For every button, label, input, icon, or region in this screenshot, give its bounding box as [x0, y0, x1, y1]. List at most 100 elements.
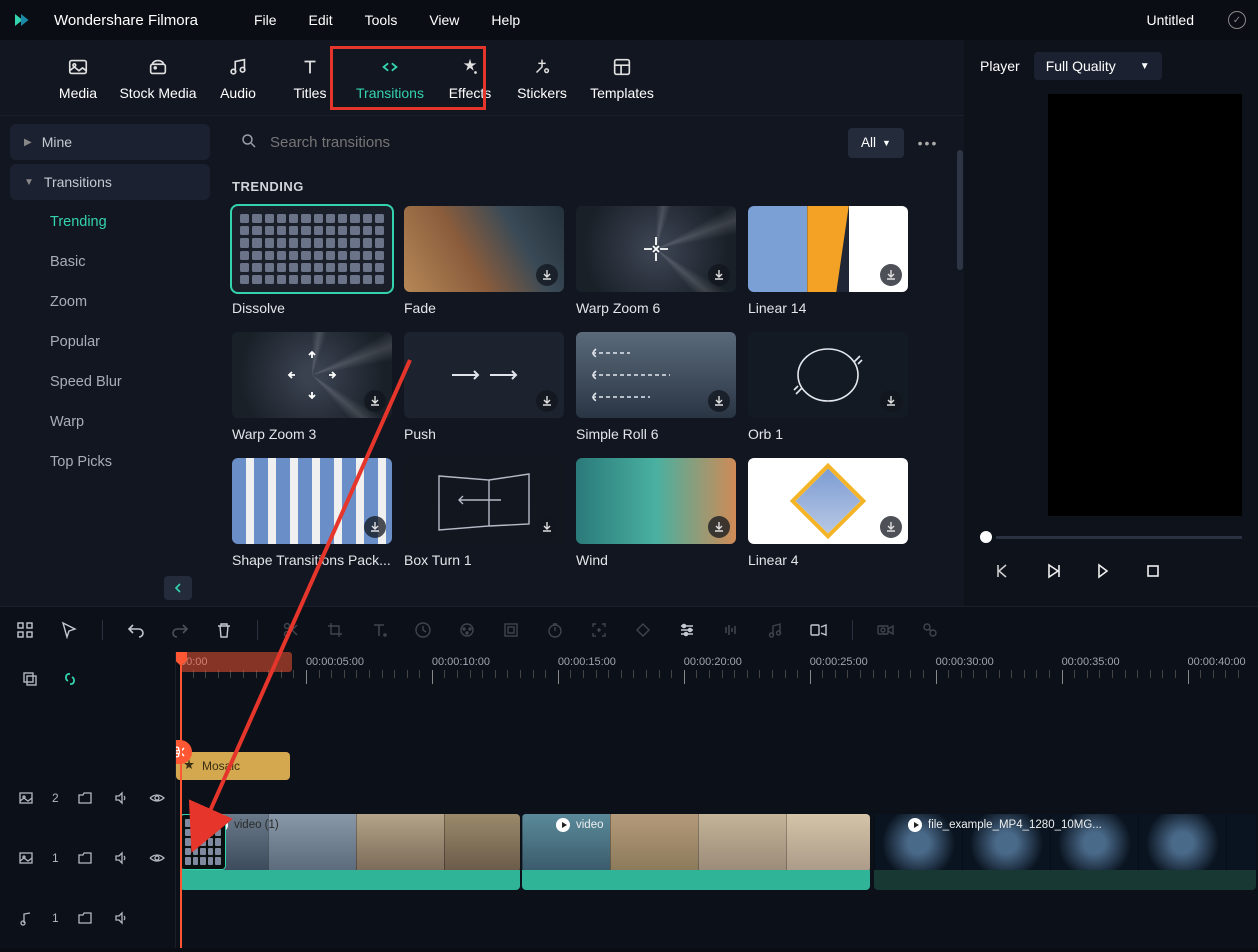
markers-button[interactable]	[808, 619, 830, 641]
video-clip-3[interactable]: file_example_MP4_1280_10MG...	[874, 814, 1256, 872]
menu-edit[interactable]: Edit	[309, 12, 333, 28]
transition-card-linear-14[interactable]: Linear 14	[748, 206, 910, 316]
tab-titles[interactable]: Titles	[274, 46, 346, 110]
sidebar-item-speed-blur[interactable]: Speed Blur	[10, 364, 210, 400]
download-icon[interactable]	[708, 264, 730, 286]
transition-card-shape-pack[interactable]: Shape Transitions Pack...	[232, 458, 394, 568]
menu-tools[interactable]: Tools	[365, 12, 398, 28]
download-icon[interactable]	[364, 516, 386, 538]
folder-icon[interactable]	[75, 848, 95, 868]
split-button[interactable]	[280, 619, 302, 641]
play-button[interactable]	[1042, 560, 1064, 582]
focus-button[interactable]	[588, 619, 610, 641]
transition-card-dissolve[interactable]: Dissolve	[232, 206, 394, 316]
transition-card-linear-4[interactable]: Linear 4	[748, 458, 910, 568]
transition-card-box-turn-1[interactable]: Box Turn 1	[404, 458, 566, 568]
tab-stickers[interactable]: Stickers	[506, 46, 578, 110]
download-icon[interactable]	[708, 516, 730, 538]
video-clip-1[interactable]: video (1)	[180, 814, 520, 872]
sidebar-collapse-button[interactable]	[164, 576, 192, 600]
tab-effects[interactable]: Effects	[434, 46, 506, 110]
transition-card-fade[interactable]: Fade	[404, 206, 566, 316]
download-icon[interactable]	[536, 516, 558, 538]
duplicate-track-icon[interactable]	[20, 669, 40, 689]
download-icon[interactable]	[364, 390, 386, 412]
audio-eq-button[interactable]	[720, 619, 742, 641]
download-icon[interactable]	[880, 390, 902, 412]
sidebar-head-transitions[interactable]: ▼ Transitions	[10, 164, 210, 200]
audio-track[interactable]	[176, 890, 1258, 948]
eye-icon[interactable]	[147, 848, 167, 868]
next-frame-button[interactable]	[1092, 560, 1114, 582]
crop-button[interactable]	[324, 619, 346, 641]
transition-card-warp-zoom-6[interactable]: Warp Zoom 6	[576, 206, 738, 316]
menu-help[interactable]: Help	[491, 12, 520, 28]
keyframe-button[interactable]	[632, 619, 654, 641]
eye-icon[interactable]	[147, 788, 167, 808]
timer-button[interactable]	[544, 619, 566, 641]
speed-button[interactable]	[412, 619, 434, 641]
transition-card-orb-1[interactable]: Orb 1	[748, 332, 910, 442]
timeline-ruler[interactable]: 00:00 00:00:05:00 00:00:10:00 00:00:15:0…	[176, 652, 1258, 684]
record-button[interactable]	[875, 619, 897, 641]
sidebar-item-popular[interactable]: Popular	[10, 324, 210, 360]
mask-button[interactable]	[500, 619, 522, 641]
tab-transitions[interactable]: Transitions	[346, 46, 434, 110]
text-button[interactable]	[368, 619, 390, 641]
link-track-icon[interactable]	[60, 669, 80, 689]
cursor-icon[interactable]	[58, 619, 80, 641]
delete-button[interactable]	[213, 619, 235, 641]
speaker-icon[interactable]	[111, 908, 131, 928]
track-head-video[interactable]: 1	[0, 828, 175, 888]
more-options-button[interactable]: •••	[916, 135, 940, 151]
folder-icon[interactable]	[75, 788, 95, 808]
transition-card-warp-zoom-3[interactable]: Warp Zoom 3	[232, 332, 394, 442]
quality-dropdown[interactable]: Full Quality ▼	[1034, 52, 1162, 80]
download-icon[interactable]	[536, 264, 558, 286]
redo-button[interactable]	[169, 619, 191, 641]
stop-button[interactable]	[1142, 560, 1164, 582]
sidebar-item-basic[interactable]: Basic	[10, 244, 210, 280]
gallery-scrollbar[interactable]	[956, 120, 964, 600]
sidebar-head-mine[interactable]: ▶ Mine	[10, 124, 210, 160]
folder-icon[interactable]	[75, 908, 95, 928]
sidebar-item-zoom[interactable]: Zoom	[10, 284, 210, 320]
color-button[interactable]	[456, 619, 478, 641]
track-head-audio[interactable]: 1	[0, 888, 175, 948]
download-icon[interactable]	[880, 516, 902, 538]
transition-on-clip[interactable]	[180, 814, 226, 870]
undo-button[interactable]	[125, 619, 147, 641]
menu-file[interactable]: File	[254, 12, 277, 28]
tab-media[interactable]: Media	[42, 46, 114, 110]
playback-progress[interactable]	[980, 526, 1242, 548]
search-input[interactable]	[270, 134, 828, 151]
download-icon[interactable]	[536, 390, 558, 412]
mosaic-clip[interactable]: Mosaic	[176, 752, 290, 780]
download-icon[interactable]	[880, 264, 902, 286]
video-clip-2[interactable]: video	[522, 814, 870, 872]
transition-card-wind[interactable]: Wind	[576, 458, 738, 568]
tab-stock-media[interactable]: Stock Media	[114, 46, 202, 110]
playhead[interactable]	[180, 652, 182, 948]
track-head-image[interactable]: 2	[0, 768, 175, 828]
prev-frame-button[interactable]	[992, 560, 1014, 582]
tab-audio[interactable]: Audio	[202, 46, 274, 110]
apps-icon[interactable]	[14, 619, 36, 641]
filter-all-dropdown[interactable]: All ▼	[848, 128, 904, 158]
fx-track[interactable]: Mosaic	[176, 752, 1258, 812]
sidebar-item-top-picks[interactable]: Top Picks	[10, 444, 210, 480]
tab-templates[interactable]: Templates	[578, 46, 666, 110]
download-icon[interactable]	[708, 390, 730, 412]
music-button[interactable]	[764, 619, 786, 641]
speaker-icon[interactable]	[111, 788, 131, 808]
adjust-button[interactable]	[676, 619, 698, 641]
link-button[interactable]	[919, 619, 941, 641]
sidebar-item-trending[interactable]: Trending	[10, 204, 210, 240]
sidebar-item-warp[interactable]: Warp	[10, 404, 210, 440]
transition-card-push[interactable]: Push	[404, 332, 566, 442]
speaker-icon[interactable]	[111, 848, 131, 868]
menu-view[interactable]: View	[429, 12, 459, 28]
transition-card-simple-roll-6[interactable]: Simple Roll 6	[576, 332, 738, 442]
play-region[interactable]	[180, 652, 292, 672]
video-track[interactable]: video (1) video file_example_MP4_1280_10…	[176, 812, 1258, 890]
